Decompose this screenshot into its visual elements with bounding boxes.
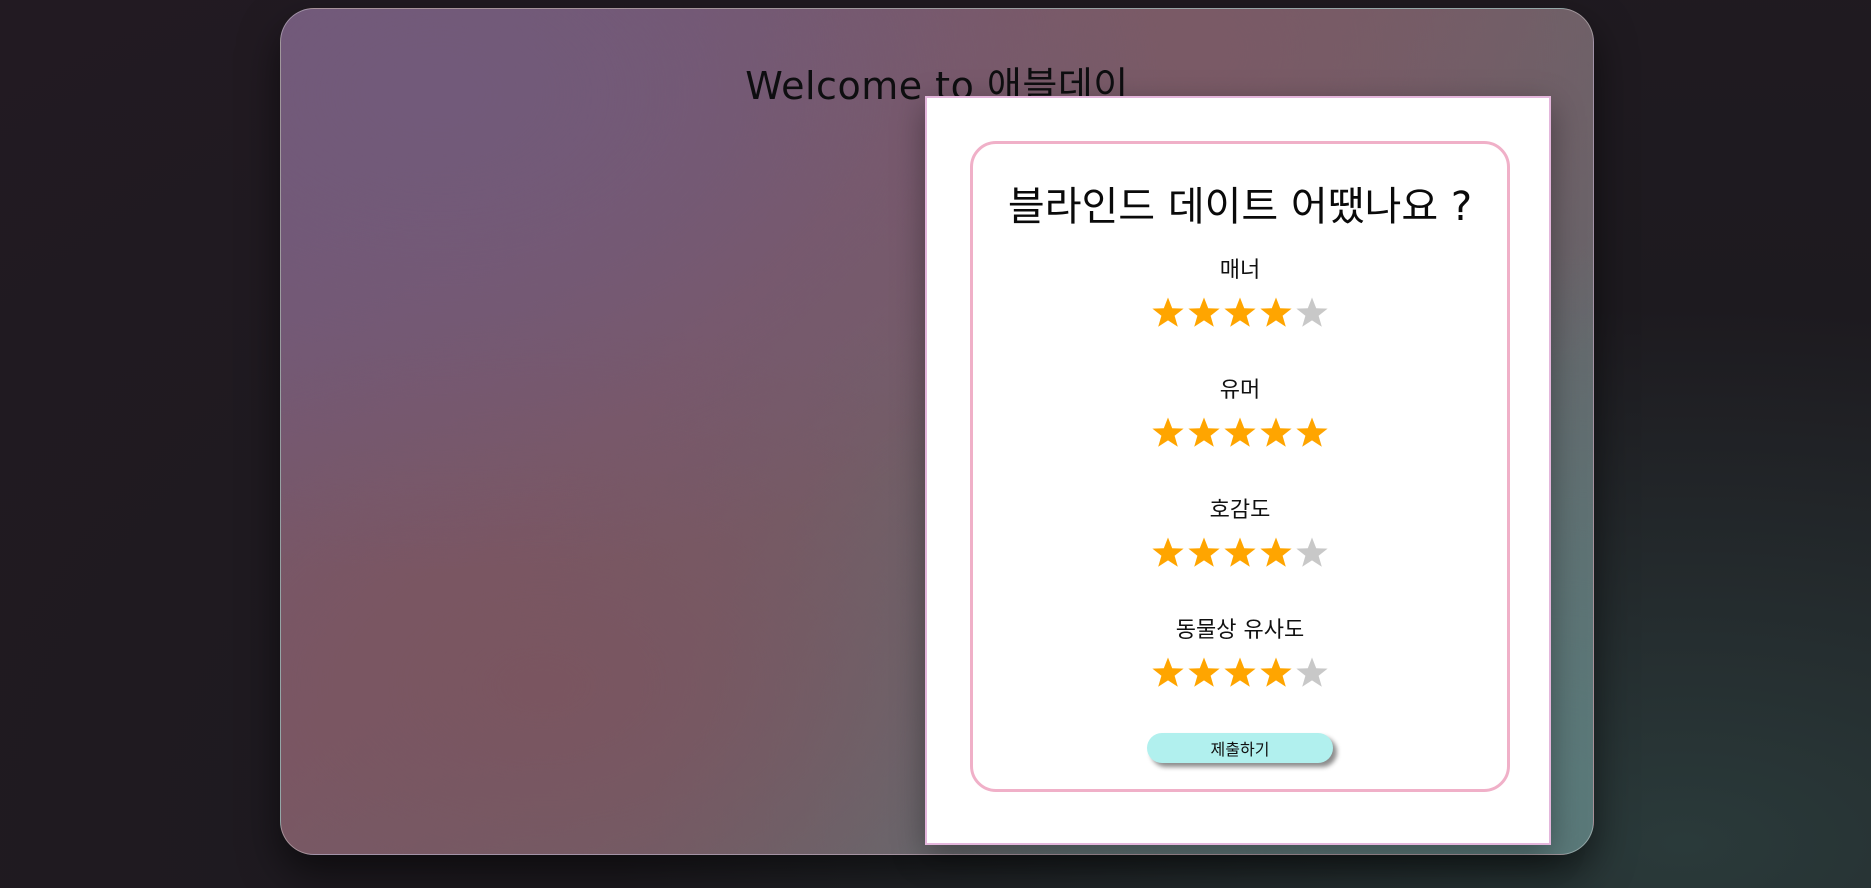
star-filled-icon[interactable]	[1186, 535, 1222, 571]
category-animal-similarity: 동물상 유사도	[973, 616, 1507, 695]
star-empty-icon[interactable]	[1294, 655, 1330, 691]
category-label-manner: 매너	[1219, 258, 1261, 283]
app-background: Welcome to 애블데이 블라인드 데이트 어땠나요 ? 매너 유머 호감…	[0, 0, 1871, 888]
star-empty-icon[interactable]	[1294, 295, 1330, 331]
star-filled-icon[interactable]	[1258, 535, 1294, 571]
star-filled-icon[interactable]	[1222, 295, 1258, 331]
star-filled-icon[interactable]	[1222, 415, 1258, 451]
star-empty-icon[interactable]	[1294, 535, 1330, 571]
star-filled-icon[interactable]	[1150, 415, 1186, 451]
star-filled-icon[interactable]	[1150, 655, 1186, 691]
rating-title: 블라인드 데이트 어땠나요 ?	[1007, 184, 1473, 230]
star-filled-icon[interactable]	[1186, 655, 1222, 691]
submit-button[interactable]: 제출하기	[1147, 733, 1333, 763]
category-humor: 유머	[973, 376, 1507, 455]
star-filled-icon[interactable]	[1222, 535, 1258, 571]
star-filled-icon[interactable]	[1258, 415, 1294, 451]
star-filled-icon[interactable]	[1150, 295, 1186, 331]
rating-card: 블라인드 데이트 어땠나요 ? 매너 유머 호감도 동물상 유사도 제출하기	[970, 141, 1510, 792]
category-label-likeability: 호감도	[1209, 498, 1271, 523]
glass-panel: Welcome to 애블데이 블라인드 데이트 어땠나요 ? 매너 유머 호감…	[280, 8, 1594, 855]
star-rating-animal-similarity[interactable]	[1150, 655, 1330, 691]
category-likeability: 호감도	[973, 496, 1507, 575]
star-filled-icon[interactable]	[1258, 655, 1294, 691]
star-rating-likeability[interactable]	[1150, 535, 1330, 571]
star-rating-humor[interactable]	[1150, 415, 1330, 451]
star-filled-icon[interactable]	[1186, 415, 1222, 451]
category-label-humor: 유머	[1219, 378, 1261, 403]
rating-modal: 블라인드 데이트 어땠나요 ? 매너 유머 호감도 동물상 유사도 제출하기	[925, 96, 1551, 845]
star-rating-manner[interactable]	[1150, 295, 1330, 331]
star-filled-icon[interactable]	[1258, 295, 1294, 331]
star-filled-icon[interactable]	[1186, 295, 1222, 331]
category-manner: 매너	[973, 256, 1507, 335]
star-filled-icon[interactable]	[1150, 535, 1186, 571]
star-filled-icon[interactable]	[1294, 415, 1330, 451]
star-filled-icon[interactable]	[1222, 655, 1258, 691]
category-label-animal-similarity: 동물상 유사도	[1175, 618, 1305, 643]
